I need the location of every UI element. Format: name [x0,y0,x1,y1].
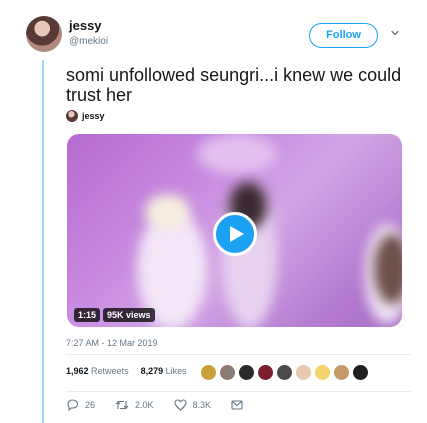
video-player[interactable]: 1:15 95K views [67,134,402,327]
video-views: 95K views [103,308,155,322]
user-avatar[interactable] [26,16,62,52]
quoted-user-name: jessy [82,111,105,121]
tweet-text: somi unfollowed seungri...i knew we coul… [66,65,402,105]
liker-avatar[interactable] [295,364,312,381]
reply-count: 26 [85,400,96,410]
envelope-icon [231,400,243,410]
retweets-stat[interactable]: 1,962 Retweets [66,366,129,376]
retweets-count: 1,962 [66,366,89,376]
likes-stat[interactable]: 8,279 Likes [141,366,187,376]
reply-icon [67,399,79,411]
liker-avatar[interactable] [238,364,255,381]
tweet-actions: 26 2.0K 8.3K [66,399,243,411]
retweet-count: 2.0K [135,400,154,410]
likes-count: 8,279 [140,366,164,376]
liker-avatar[interactable] [333,364,350,381]
liker-avatar[interactable] [219,364,236,381]
quoted-user-avatar [66,110,78,122]
liker-avatar[interactable] [200,364,217,381]
video-meta: 1:15 95K views [74,308,155,322]
user-name[interactable]: jessy [69,18,102,33]
video-frame-shape [374,234,402,304]
video-frame-shape [145,194,190,229]
likers-avatars[interactable] [200,364,369,381]
liker-avatar[interactable] [352,364,369,381]
play-icon[interactable] [213,212,257,256]
follow-button[interactable]: Follow [309,23,378,48]
retweet-button[interactable]: 2.0K [115,399,154,411]
like-button[interactable]: 8.3K [173,399,212,411]
divider [66,391,411,392]
divider [66,354,411,355]
retweets-label: Retweets [91,366,129,376]
liker-avatar[interactable] [276,364,293,381]
user-handle[interactable]: @mekioi [69,36,108,47]
liker-avatar[interactable] [314,364,331,381]
like-count: 8.3K [192,400,212,410]
retweet-icon [115,400,129,410]
tweet-stats: 1,962 Retweets 8,279 Likes [66,366,187,376]
video-frame-shape [197,134,277,174]
video-duration: 1:15 [74,308,101,322]
thread-line [42,60,44,423]
quoted-user[interactable]: jessy [66,110,105,122]
liker-avatar[interactable] [257,364,274,381]
message-button[interactable] [231,400,243,410]
tweet-timestamp[interactable]: 7:27 AM - 12 Mar 2019 [66,338,158,348]
heart-icon [173,399,187,411]
chevron-down-icon[interactable] [390,28,400,38]
likes-label: Likes [165,366,187,376]
reply-button[interactable]: 26 [66,399,95,411]
